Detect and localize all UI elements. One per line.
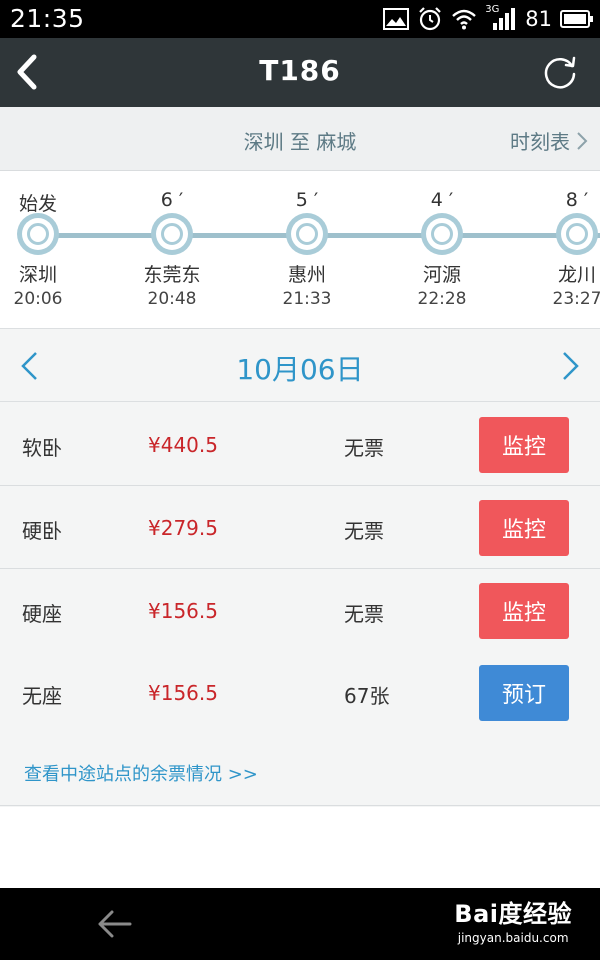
arrow-left-icon (98, 910, 132, 938)
station-name: 东莞东 (143, 264, 201, 286)
battery-icon (560, 9, 594, 29)
battery-level: 81 (525, 7, 552, 31)
seat-price: ¥156.5 (148, 681, 218, 705)
seat-availability: 67张 (344, 684, 390, 708)
seat-availability: 无票 (344, 436, 384, 460)
station-name: 惠州 (287, 264, 326, 286)
station-time: 23:27 (552, 289, 600, 309)
station-name: 河源 (422, 264, 461, 286)
seat-type: 硬座 (22, 602, 62, 626)
seat-type: 硬卧 (22, 519, 62, 543)
empty-area (0, 807, 600, 888)
station-name: 龙川 (557, 264, 596, 286)
station-item[interactable]: 4 ′ 河源 22:28 (387, 171, 497, 328)
route-bar: 深圳 至 麻城 时刻表 (0, 107, 600, 171)
signal-icon: 3G (485, 4, 517, 31)
watermark-sub: jingyan.baidu.com (457, 931, 569, 945)
date-selector: 10月06日 (0, 330, 600, 402)
station-time: 22:28 (417, 289, 467, 309)
station-name: 深圳 (18, 264, 57, 286)
seat-price: ¥279.5 (148, 516, 218, 540)
status-bar: 21:35 3G 81 (0, 0, 600, 38)
seat-type: 无座 (22, 684, 62, 708)
station-node (286, 213, 328, 255)
nav-bar: Bai度经验 jingyan.baidu.com (0, 888, 600, 960)
chevron-right-icon (577, 131, 588, 150)
title-bar: T186 (0, 38, 600, 107)
station-node (421, 213, 463, 255)
status-icons: 3G 81 (383, 4, 594, 33)
station-time: 20:06 (13, 289, 63, 309)
watermark-logo: Bai度经验 (454, 900, 572, 928)
midway-stations-link[interactable]: 查看中途站点的余票情况 >> (24, 760, 258, 786)
station-time: 20:48 (147, 289, 197, 309)
seat-row: 硬卧 ¥279.5 无票 监控 (0, 486, 600, 569)
station-node (17, 213, 59, 255)
book-button[interactable]: 预订 (479, 665, 569, 721)
station-duration: 6 ′ (160, 189, 184, 211)
refresh-icon (544, 56, 576, 89)
seat-row: 软卧 ¥440.5 无票 监控 (0, 403, 600, 486)
monitor-button[interactable]: 监控 (479, 500, 569, 556)
schedule-label: 时刻表 (510, 130, 570, 154)
network-type: 3G (485, 4, 500, 15)
seat-price: ¥156.5 (148, 599, 218, 623)
station-node (556, 213, 598, 255)
seat-price: ¥440.5 (148, 433, 218, 457)
alarm-icon (417, 6, 443, 32)
next-date-button[interactable] (560, 350, 582, 382)
seat-availability: 无票 (344, 602, 384, 626)
station-duration: 8 ′ (565, 189, 589, 211)
station-item[interactable]: 5 ′ 惠州 21:33 (252, 171, 362, 328)
station-timeline[interactable]: 始发 深圳 20:06 6 ′ 东莞东 20:48 5 ′ 惠州 21:33 4… (0, 171, 600, 329)
seat-row: 硬座 ¥156.5 无票 监控 (0, 569, 600, 652)
wifi-icon (451, 8, 477, 30)
station-duration: 5 ′ (295, 189, 319, 211)
seat-type: 软卧 (22, 436, 62, 460)
seat-row: 无座 ¥156.5 67张 预订 (0, 651, 600, 734)
watermark: Bai度经验 jingyan.baidu.com (454, 894, 572, 945)
station-item[interactable]: 6 ′ 东莞东 20:48 (117, 171, 227, 328)
station-time: 21:33 (282, 289, 332, 309)
refresh-button[interactable] (542, 54, 578, 90)
seat-availability: 无票 (344, 519, 384, 543)
date-text[interactable]: 10月06日 (0, 348, 600, 388)
page-title: T186 (259, 54, 341, 87)
station-item[interactable]: 始发 深圳 20:06 (0, 171, 93, 328)
image-icon (383, 8, 410, 30)
midway-link-bar: 查看中途站点的余票情况 >> (0, 733, 600, 806)
monitor-button[interactable]: 监控 (479, 583, 569, 639)
status-time: 21:35 (10, 4, 85, 33)
station-duration: 4 ′ (430, 189, 454, 211)
station-duration: 始发 (18, 193, 57, 215)
chevron-right-icon (563, 352, 579, 380)
nav-back-button[interactable] (96, 908, 132, 940)
schedule-link[interactable]: 时刻表 (510, 126, 588, 155)
station-item[interactable]: 8 ′ 龙川 23:27 (522, 171, 600, 328)
station-node (151, 213, 193, 255)
monitor-button[interactable]: 监控 (479, 417, 569, 473)
